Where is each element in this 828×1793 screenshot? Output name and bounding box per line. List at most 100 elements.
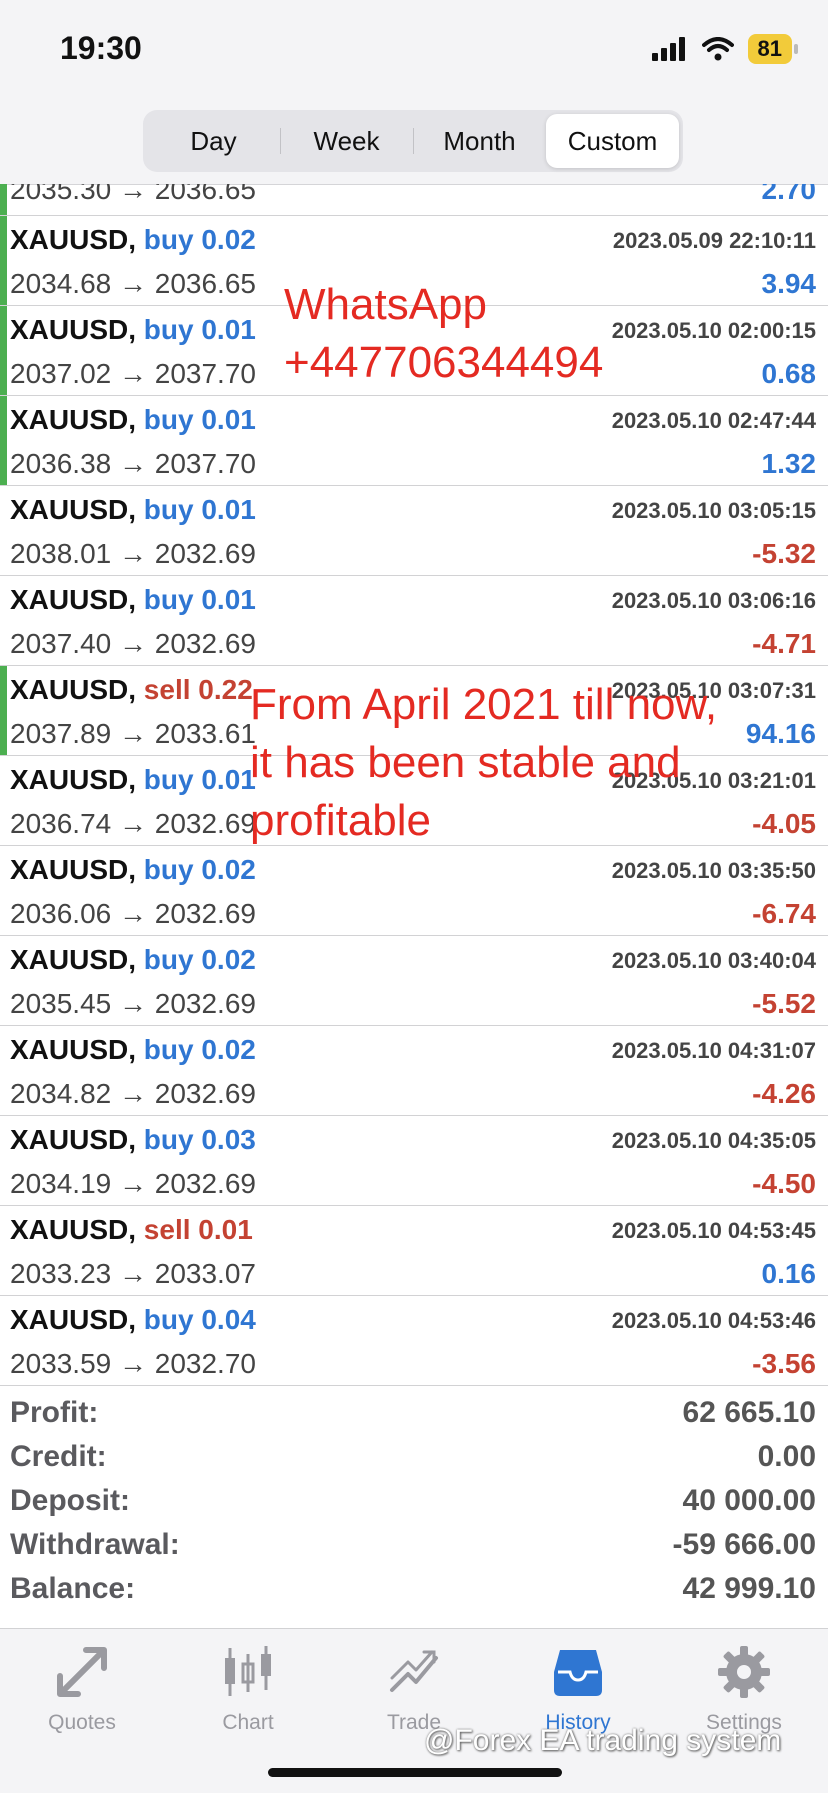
- deal-prices: 2036.38 → 2037.70: [10, 448, 256, 479]
- deal-volume: 0.02: [201, 224, 256, 255]
- summary-row: Credit: 0.00: [0, 1436, 828, 1480]
- deal-volume: 0.02: [201, 944, 256, 975]
- deal-volume: 0.01: [198, 1214, 253, 1245]
- summary-row: Withdrawal: -59 666.00: [0, 1524, 828, 1568]
- list-item[interactable]: 2035.30 → 2036.65 2.70: [0, 184, 828, 216]
- deal-title: XAUUSD, buy 0.01: [10, 764, 256, 796]
- deal-side: buy: [143, 494, 194, 525]
- tab-trade[interactable]: Trade: [344, 1639, 484, 1735]
- list-item[interactable]: XAUUSD, buy 0.03 2023.05.10 04:35:05 2034.…: [0, 1116, 828, 1206]
- tab-custom[interactable]: Custom: [546, 114, 679, 168]
- deal-profit: -4.26: [752, 1078, 816, 1109]
- deal-prices: 2034.19 → 2032.69: [10, 1168, 256, 1199]
- deal-prices: 2034.68 → 2036.65: [10, 268, 256, 299]
- deal-title: XAUUSD, buy 0.01: [10, 584, 256, 616]
- deal-title: XAUUSD, sell 0.01: [10, 1214, 253, 1246]
- deal-title: XAUUSD, buy 0.03: [10, 1124, 256, 1156]
- deal-prices: 2036.06 → 2032.69: [10, 898, 256, 929]
- deal-side: buy: [143, 1304, 194, 1335]
- list-item[interactable]: XAUUSD, buy 0.01 2023.05.10 03:05:15 2038.…: [0, 486, 828, 576]
- deal-time: 2023.05.10 03:06:16: [611, 588, 816, 613]
- history-header: Day Week Month Custom: [0, 100, 828, 185]
- deal-volume: 0.01: [201, 494, 256, 525]
- deal-profit: -3.56: [752, 1348, 816, 1379]
- deal-symbol: XAUUSD,: [10, 1034, 137, 1065]
- deal-symbol: XAUUSD,: [10, 764, 137, 795]
- claim-overlay-text: From April 2021 till now, it has been st…: [250, 680, 718, 845]
- deal-title: XAUUSD, buy 0.02: [10, 854, 256, 886]
- tab-quotes-label: Quotes: [48, 1711, 116, 1734]
- deal-profit: -4.71: [752, 628, 816, 659]
- deal-prices: 2037.89 → 2033.61: [10, 718, 256, 749]
- settings-icon: [718, 1646, 770, 1698]
- deal-profit: 0.68: [761, 358, 817, 389]
- deal-time: 2023.05.10 02:00:15: [611, 318, 816, 343]
- battery-indicator: 81: [747, 34, 799, 64]
- summary-label: Profit:: [10, 1396, 99, 1429]
- deal-symbol: XAUUSD,: [10, 944, 137, 975]
- deal-title: XAUUSD, buy 0.02: [10, 224, 256, 256]
- deal-volume: 0.02: [201, 1034, 256, 1065]
- summary-label: Deposit:: [10, 1484, 130, 1517]
- deal-volume: 0.22: [198, 674, 253, 705]
- deal-side: buy: [143, 404, 194, 435]
- quotes-icon: [57, 1647, 107, 1697]
- deal-side: buy: [143, 944, 194, 975]
- deal-symbol: XAUUSD,: [10, 1124, 137, 1155]
- tab-settings[interactable]: Settings: [674, 1639, 814, 1735]
- deal-profit: 94.16: [745, 718, 816, 749]
- deal-prices: 2033.59 → 2032.70: [10, 1348, 256, 1379]
- deal-side: buy: [143, 314, 194, 345]
- list-item[interactable]: XAUUSD, sell 0.01 2023.05.10 04:53:45 2033…: [0, 1206, 828, 1296]
- summary-value: 62 665.10: [682, 1396, 816, 1429]
- deal-prices: 2036.74 → 2032.69: [10, 808, 256, 839]
- trade-icon: [390, 1650, 438, 1692]
- deal-volume: 0.01: [201, 584, 256, 615]
- deal-side: sell: [143, 674, 191, 705]
- list-item[interactable]: XAUUSD, buy 0.04 2023.05.10 04:53:46 2033.…: [0, 1296, 828, 1386]
- deal-profit: 3.94: [761, 268, 817, 299]
- home-indicator[interactable]: [268, 1768, 562, 1777]
- deal-profit: -5.52: [752, 988, 816, 1019]
- deal-profit: -4.50: [752, 1168, 816, 1199]
- tab-history[interactable]: History: [508, 1639, 648, 1735]
- deal-symbol: XAUUSD,: [10, 1304, 137, 1335]
- list-item[interactable]: XAUUSD, buy 0.01 2023.05.10 03:06:16 2037.…: [0, 576, 828, 666]
- list-item[interactable]: XAUUSD, buy 0.02 2023.05.10 03:40:04 2035.…: [0, 936, 828, 1026]
- deal-side: buy: [143, 584, 194, 615]
- status-time: 19:30: [60, 30, 142, 66]
- summary-label: Credit:: [10, 1440, 107, 1473]
- deal-time: 2023.05.10 02:47:44: [611, 408, 816, 433]
- deal-volume: 0.03: [201, 1124, 256, 1155]
- list-item[interactable]: XAUUSD, buy 0.02 2023.05.10 03:35:50 2036.…: [0, 846, 828, 936]
- status-icons: 81: [651, 34, 799, 64]
- deal-prices: 2033.23 → 2033.07: [10, 1258, 256, 1289]
- deal-side: buy: [143, 224, 194, 255]
- deal-time: 2023.05.10 04:53:45: [611, 1218, 816, 1243]
- tab-quotes[interactable]: Quotes: [12, 1639, 152, 1735]
- deal-symbol: XAUUSD,: [10, 674, 137, 705]
- tab-chart[interactable]: Chart: [178, 1639, 318, 1735]
- deal-profit: -5.32: [752, 538, 816, 569]
- deal-side: sell: [143, 1214, 191, 1245]
- account-summary: Profit: 62 665.10 Credit: 0.00 Deposit: 40 00…: [0, 1392, 828, 1624]
- tab-day[interactable]: Day: [147, 114, 280, 168]
- list-item[interactable]: XAUUSD, buy 0.02 2023.05.10 04:31:07 2034.…: [0, 1026, 828, 1116]
- deal-title: XAUUSD, buy 0.01: [10, 494, 256, 526]
- deal-title: XAUUSD, buy 0.04: [10, 1304, 256, 1336]
- deal-title: XAUUSD, buy 0.01: [10, 404, 256, 436]
- deal-side: buy: [143, 1124, 194, 1155]
- deal-prices: 2034.82 → 2032.69: [10, 1078, 256, 1109]
- deal-time: 2023.05.10 04:35:05: [611, 1128, 816, 1153]
- profit-bar: [0, 306, 7, 395]
- deal-symbol: XAUUSD,: [10, 314, 137, 345]
- tab-week[interactable]: Week: [280, 114, 413, 168]
- deal-symbol: XAUUSD,: [10, 494, 137, 525]
- status-bar: 19:30 81: [0, 0, 828, 100]
- list-item[interactable]: XAUUSD, buy 0.01 2023.05.10 02:47:44 2036.…: [0, 396, 828, 486]
- tab-month[interactable]: Month: [413, 114, 546, 168]
- deal-volume: 0.01: [201, 404, 256, 435]
- deal-title: XAUUSD, buy 0.01: [10, 314, 256, 346]
- deal-time: 2023.05.10 03:40:04: [611, 948, 816, 973]
- summary-value: 0.00: [757, 1440, 816, 1473]
